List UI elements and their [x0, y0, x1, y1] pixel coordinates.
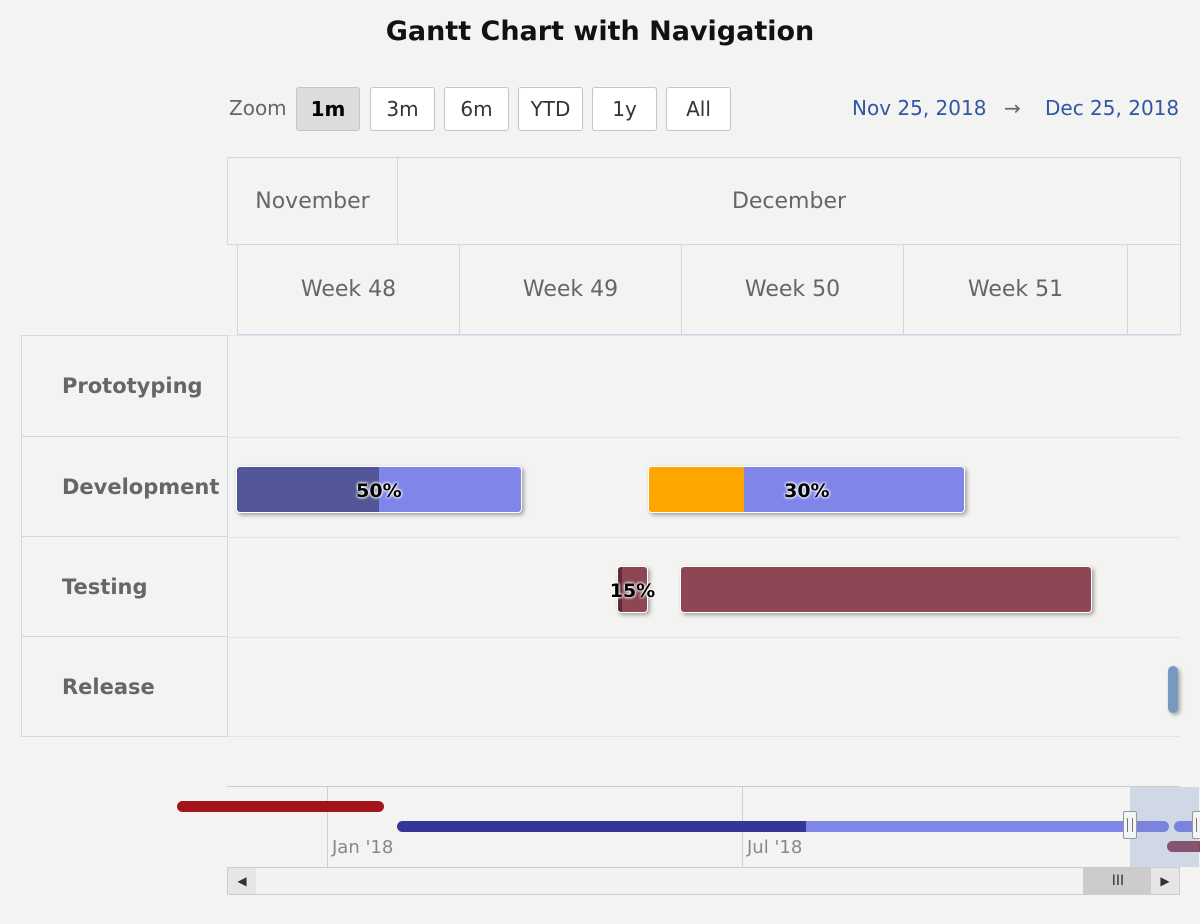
- row-label-development: Development: [21, 436, 228, 537]
- week-header-51: Week 51: [903, 244, 1128, 335]
- range-to-input[interactable]: Dec 25, 2018: [1045, 96, 1179, 120]
- task-progress-label: 15%: [609, 580, 656, 602]
- navigator-tick-label-jan: Jan '18: [332, 837, 394, 858]
- range-arrow: →: [1004, 96, 1021, 120]
- scrollbar-thumb[interactable]: III: [1083, 868, 1153, 894]
- navigator-tick-label-jul: Jul '18: [747, 837, 803, 858]
- task-bar-release-4[interactable]: [1168, 665, 1178, 713]
- task-progress-label: 30%: [784, 480, 830, 502]
- week-header-52: [1127, 244, 1181, 335]
- week-header-48: Week 48: [237, 244, 460, 335]
- task-progress-label: 50%: [356, 480, 402, 502]
- navigator-series-bar: [397, 821, 1170, 832]
- navigator[interactable]: Jan '18 Jul '18: [177, 786, 1200, 869]
- zoom-1m-button[interactable]: 1m: [296, 87, 360, 131]
- navigator-series-bar: [177, 801, 384, 812]
- grid-line: [227, 537, 1180, 538]
- range-from-input[interactable]: Nov 25, 2018: [852, 96, 986, 120]
- zoom-1y-button[interactable]: 1y: [592, 87, 657, 131]
- zoom-ytd-button[interactable]: YTD: [518, 87, 583, 131]
- month-header-december: December: [397, 157, 1181, 245]
- navigator-scrollbar[interactable]: ◀ III ▶: [227, 867, 1180, 895]
- task-completed-fill: [649, 466, 744, 512]
- month-header-november: November: [227, 157, 398, 245]
- task-bar-testing-3[interactable]: [680, 565, 1093, 613]
- week-header-49: Week 49: [459, 244, 682, 335]
- grid-line: [227, 335, 1180, 336]
- row-label-testing: Testing: [21, 536, 228, 637]
- chart-title: Gantt Chart with Navigation: [385, 16, 815, 47]
- navigator-selected-range[interactable]: [1130, 787, 1199, 867]
- zoom-3m-button[interactable]: 3m: [370, 87, 435, 131]
- grid-line: [227, 437, 1180, 438]
- grid-line: [227, 736, 1180, 737]
- row-label-release: Release: [21, 636, 228, 737]
- zoom-label: Zoom: [229, 96, 287, 120]
- grid-line: [227, 637, 1180, 638]
- navigator-left-handle[interactable]: [1123, 811, 1138, 839]
- zoom-6m-button[interactable]: 6m: [444, 87, 509, 131]
- navigator-right-handle[interactable]: [1191, 811, 1200, 839]
- week-header-50: Week 50: [681, 244, 904, 335]
- row-label-prototyping: Prototyping: [21, 335, 228, 437]
- scroll-right-button[interactable]: ▶: [1151, 868, 1179, 894]
- scroll-left-button[interactable]: ◀: [228, 868, 256, 894]
- zoom-all-button[interactable]: All: [666, 87, 731, 131]
- navigator-tick: [327, 787, 328, 867]
